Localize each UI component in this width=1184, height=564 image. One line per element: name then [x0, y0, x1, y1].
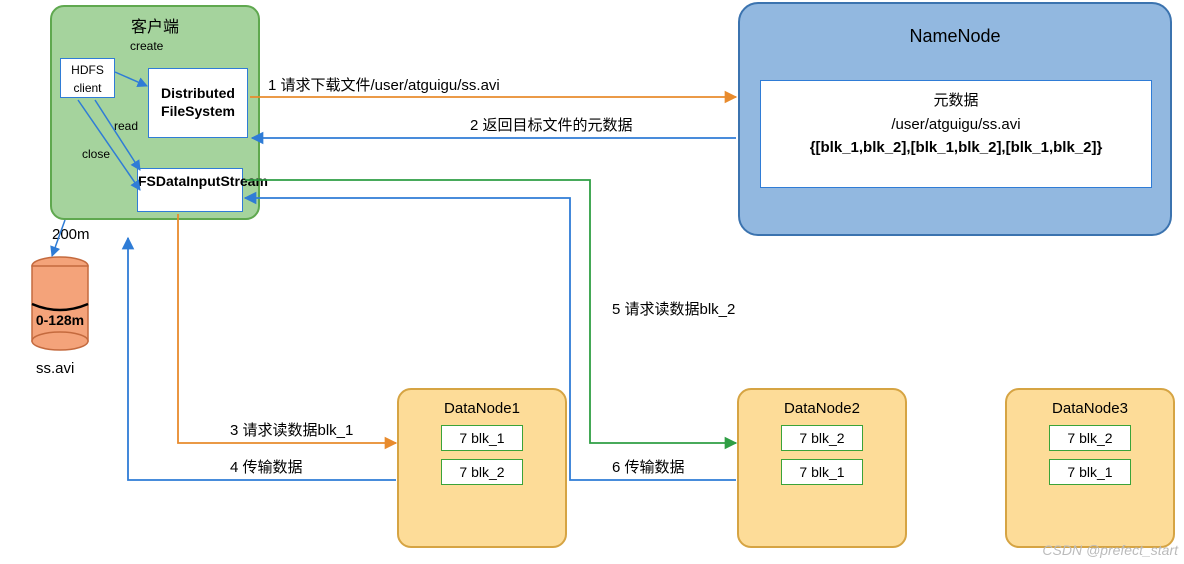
client-title: 客户端 — [52, 13, 258, 37]
datanode-2: DataNode2 7 blk_2 7 blk_1 — [737, 388, 907, 548]
cylinder-body-label: 0-128m — [30, 312, 90, 328]
namenode-title: NameNode — [740, 26, 1170, 47]
datanode-3-block-0: 7 blk_2 — [1049, 425, 1131, 451]
fsdatainputstream-box: FSDataInputStream — [137, 168, 243, 212]
datanode-2-block-1: 7 blk_1 — [781, 459, 863, 485]
metadata-title: 元数据 — [761, 89, 1151, 110]
label-step6: 6 传输数据 — [612, 456, 685, 477]
label-step5: 5 请求读数据blk_2 — [612, 298, 735, 319]
watermark: CSDN @prefect_start — [1042, 542, 1178, 558]
cylinder-filename: ss.avi — [36, 360, 74, 377]
label-close: close — [82, 147, 110, 161]
datanode-3: DataNode3 7 blk_2 7 blk_1 — [1005, 388, 1175, 548]
datanode-1-block-0: 7 blk_1 — [441, 425, 523, 451]
storage-cylinder — [30, 256, 90, 351]
datanode-3-block-1: 7 blk_1 — [1049, 459, 1131, 485]
metadata-blocks: {[blk_1,blk_2],[blk_1,blk_2],[blk_1,blk_… — [761, 139, 1151, 156]
datanode-1-title: DataNode1 — [399, 400, 565, 417]
datanode-1-block-1: 7 blk_2 — [441, 459, 523, 485]
metadata-path: /user/atguigu/ss.avi — [761, 116, 1151, 133]
datanode-1: DataNode1 7 blk_1 7 blk_2 — [397, 388, 567, 548]
label-step4: 4 传输数据 — [230, 456, 303, 477]
label-step3: 3 请求读数据blk_1 — [230, 419, 353, 440]
metadata-box: 元数据 /user/atguigu/ss.avi {[blk_1,blk_2],… — [760, 80, 1152, 188]
hdfs-client-box: HDFS client — [60, 58, 115, 98]
label-read: read — [114, 119, 138, 133]
datanode-2-title: DataNode2 — [739, 400, 905, 417]
distributed-filesystem-box: Distributed FileSystem — [148, 68, 248, 138]
label-200m: 200m — [52, 226, 90, 243]
datanode-3-title: DataNode3 — [1007, 400, 1173, 417]
datanode-2-block-0: 7 blk_2 — [781, 425, 863, 451]
label-create: create — [130, 39, 163, 53]
label-step2: 2 返回目标文件的元数据 — [470, 114, 633, 135]
label-step1: 1 请求下载文件/user/atguigu/ss.avi — [268, 74, 500, 95]
